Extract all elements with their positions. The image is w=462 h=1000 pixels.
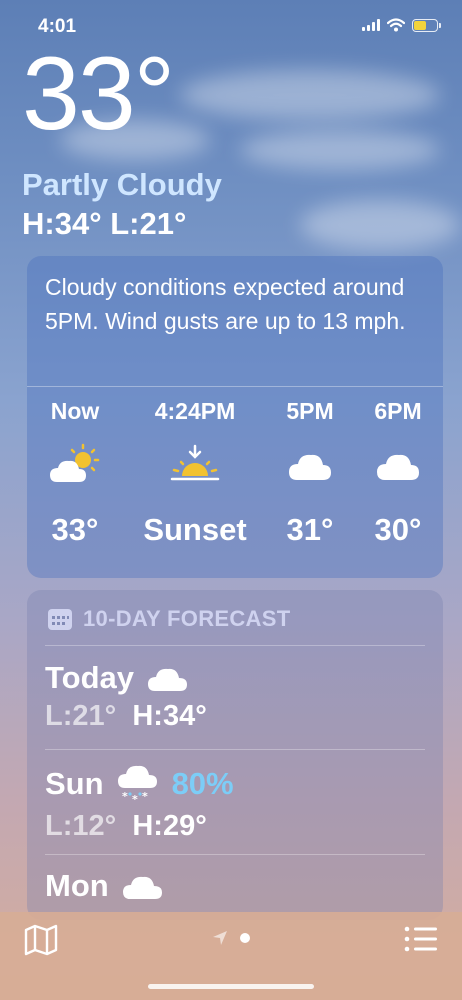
- forecast-precip: 80%: [171, 766, 234, 801]
- sunset-icon: [140, 442, 250, 494]
- forecast-high: H:29°: [132, 810, 207, 842]
- divider: [45, 854, 425, 855]
- forecast-row-mon[interactable]: Mon: [45, 868, 425, 904]
- cloud-icon: [343, 442, 453, 494]
- divider: [45, 749, 425, 750]
- page-dot-active: [240, 933, 250, 943]
- ten-day-forecast-card[interactable]: 10-DAY FORECAST Today L:21° H:34° Sun * *…: [27, 590, 443, 920]
- calendar-icon: [48, 609, 72, 630]
- hourly-forecast-card[interactable]: Cloudy conditions expected around 5PM. W…: [27, 256, 443, 578]
- svg-text:*: *: [132, 793, 138, 806]
- partly-cloudy-icon: [20, 442, 130, 494]
- cloud-snow-icon: * * *: [117, 765, 157, 806]
- current-temperature: 33°: [22, 36, 175, 152]
- divider: [27, 386, 443, 387]
- forecast-day: Sun: [45, 766, 104, 801]
- forecast-header: 10-DAY FORECAST: [47, 606, 290, 632]
- battery-icon: [412, 18, 441, 32]
- svg-text:*: *: [122, 790, 128, 803]
- divider: [45, 645, 425, 646]
- cloud-icon: [122, 876, 162, 899]
- forecast-low: L:21°: [45, 700, 117, 732]
- hourly-item: 6PM 30°: [343, 398, 453, 548]
- hourly-summary: Cloudy conditions expected around 5PM. W…: [45, 274, 406, 334]
- forecast-row-today[interactable]: Today L:21° H:34°: [45, 660, 425, 733]
- forecast-header-label: 10-DAY FORECAST: [83, 606, 291, 631]
- current-condition: Partly Cloudy: [22, 167, 222, 202]
- wifi-icon: [387, 18, 405, 32]
- forecast-day: Mon: [45, 868, 109, 903]
- map-icon[interactable]: [24, 924, 58, 956]
- cloud-icon: [148, 668, 187, 691]
- hour-label: Now: [50, 398, 100, 424]
- signal-icon: [362, 19, 380, 31]
- status-time: 4:01: [38, 16, 77, 37]
- home-indicator[interactable]: [148, 984, 314, 989]
- page-indicator[interactable]: [212, 930, 250, 946]
- forecast-high: H:34°: [132, 700, 207, 732]
- forecast-row-sun[interactable]: Sun * * * 80% L:12° H:29°: [45, 762, 425, 843]
- svg-text:*: *: [142, 790, 148, 803]
- forecast-low: L:12°: [45, 810, 117, 842]
- background-cloud: [240, 130, 440, 170]
- hour-label: 4:24PM: [154, 398, 236, 424]
- hour-label: 6PM: [374, 398, 422, 424]
- location-arrow-icon: [213, 931, 227, 945]
- forecast-day: Today: [45, 660, 134, 695]
- status-icons: [362, 18, 441, 32]
- current-high-low: H:34° L:21°: [22, 206, 187, 241]
- hourly-item: Now 33°: [20, 398, 130, 548]
- list-icon[interactable]: [404, 926, 438, 952]
- hour-temp: 33°: [51, 512, 99, 547]
- background-cloud: [180, 70, 440, 120]
- hour-temp: Sunset: [143, 512, 247, 547]
- hour-temp: 30°: [374, 512, 422, 547]
- background-cloud: [300, 200, 460, 250]
- hourly-item: 4:24PM Sunset: [140, 398, 250, 548]
